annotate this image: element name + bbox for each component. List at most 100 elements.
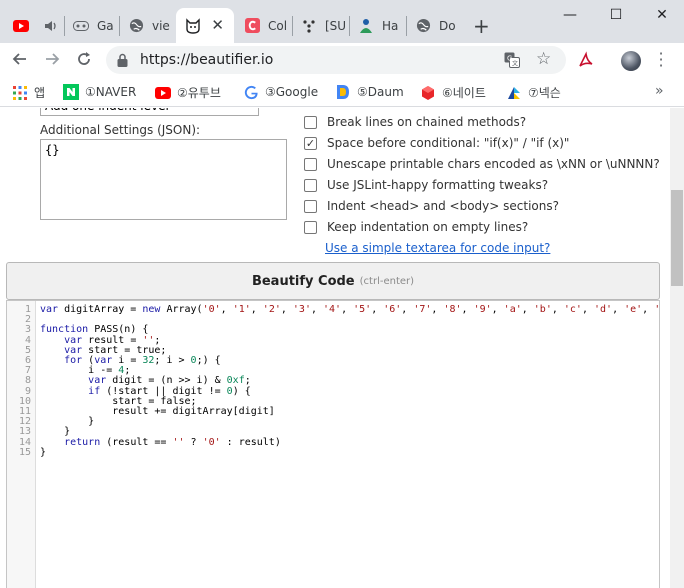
daum-icon xyxy=(335,84,351,100)
option-jslint-happy[interactable]: Use JSLint-happy formatting tweaks? xyxy=(304,178,548,192)
bookmark-naver[interactable]: ①NAVER xyxy=(63,84,136,100)
simple-textarea-link[interactable]: Use a simple textarea for code input? xyxy=(325,241,550,255)
line-number-gutter: 1 2 3 4 5 6 7 8 9 10 11 12 13 14 15 xyxy=(7,301,36,588)
new-tab-button[interactable]: + xyxy=(473,14,490,38)
bookmark-star-icon[interactable]: ☆ xyxy=(536,49,551,69)
google-icon xyxy=(243,84,259,100)
option-space-before-conditional[interactable]: Space before conditional: "if(x)" / "if … xyxy=(304,136,569,150)
minimize-button[interactable]: — xyxy=(558,4,582,26)
cat-icon xyxy=(185,17,201,34)
indent-select[interactable]: Add one indent level xyxy=(40,108,259,116)
lock-icon xyxy=(117,52,128,71)
tab-beautifier-active[interactable]: ✕ xyxy=(176,8,234,43)
tab-label: Col xyxy=(268,18,288,33)
scrollbar-thumb[interactable] xyxy=(671,190,683,286)
reload-button[interactable] xyxy=(73,50,95,72)
address-bar[interactable]: https://beautifier.io G文 ☆ xyxy=(106,46,566,74)
option-label: Indent <head> and <body> sections? xyxy=(327,199,559,213)
translate-icon[interactable]: G文 xyxy=(504,52,520,72)
pdf-extension-icon[interactable] xyxy=(577,51,595,73)
checkbox[interactable] xyxy=(304,220,317,234)
person-icon xyxy=(358,18,374,34)
globe-icon xyxy=(128,18,144,34)
code-line: return (result == '' ? '0' : result) xyxy=(64,436,281,448)
tab-label: Ga xyxy=(97,18,114,33)
code-line: } xyxy=(40,446,47,458)
bookmarks-overflow-icon[interactable]: » xyxy=(655,83,664,99)
option-break-chained-methods[interactable]: Break lines on chained methods? xyxy=(304,115,526,129)
profile-avatar[interactable] xyxy=(621,51,641,71)
beautify-button-shortcut: (ctrl-enter) xyxy=(359,275,415,287)
tab-label: Do xyxy=(439,18,456,33)
additional-settings-label: Additional Settings (JSON): xyxy=(40,123,201,137)
reload-icon xyxy=(76,51,92,72)
apps-grid-icon xyxy=(12,85,28,101)
page-scrollbar[interactable] xyxy=(670,108,684,588)
option-indent-head-body[interactable]: Indent <head> and <body> sections? xyxy=(304,199,559,213)
bookmark-label: ①NAVER xyxy=(85,85,137,99)
tab-su[interactable]: [SU xyxy=(292,8,348,43)
tab-color[interactable]: Col xyxy=(235,8,291,43)
nate-icon xyxy=(420,85,436,101)
checkbox[interactable] xyxy=(304,157,317,171)
globe-icon xyxy=(415,18,431,34)
option-unescape-printable[interactable]: Unescape printable chars encoded as \xNN… xyxy=(304,157,660,171)
youtube-icon xyxy=(155,85,171,101)
tab-youtube[interactable] xyxy=(4,8,34,43)
url-text: https://beautifier.io xyxy=(140,52,274,68)
option-label: Use JSLint-happy formatting tweaks? xyxy=(327,178,549,192)
bookmark-daum[interactable]: ⑤Daum xyxy=(335,84,404,100)
code-editor[interactable]: 1 2 3 4 5 6 7 8 9 10 11 12 13 14 15 var digitArray = n… xyxy=(6,300,660,588)
browser-menu-icon[interactable]: · · · xyxy=(656,46,666,74)
line-number: 15 xyxy=(18,446,31,458)
beautify-button-label: Beautify Code xyxy=(251,273,355,289)
tab-view[interactable]: vie xyxy=(119,8,175,43)
gamepad-icon xyxy=(73,18,89,34)
page-content: Add one indent level Additional Settings… xyxy=(0,108,670,588)
additional-settings-textarea[interactable]: {} xyxy=(40,139,287,220)
tab-ha[interactable]: Ha xyxy=(349,8,405,43)
browser-toolbar: https://beautifier.io G文 ☆ · · · xyxy=(0,43,684,78)
tab-label: [SU xyxy=(325,18,347,33)
bookmark-label: ③Google xyxy=(265,85,319,99)
close-window-button[interactable]: ✕ xyxy=(650,4,674,26)
option-keep-indentation-empty[interactable]: Keep indentation on empty lines? xyxy=(304,220,528,234)
nexon-icon xyxy=(506,85,522,101)
bookmark-label: ⑤Daum xyxy=(357,85,404,99)
checkbox[interactable] xyxy=(304,178,317,192)
tab-game[interactable]: Ga xyxy=(64,8,118,43)
speaker-icon xyxy=(43,18,59,34)
bookmark-label: ⑦넥슨 xyxy=(528,86,561,100)
bookmark-apps[interactable]: 앱 xyxy=(12,84,45,101)
tab-label: vie xyxy=(152,18,170,33)
tab-audio[interactable] xyxy=(34,8,62,43)
bookmarks-bar: 앱 ①NAVER ②유투브 ③Google ⑤Daum ⑥네이트 ⑦넥슨 » xyxy=(0,78,684,107)
option-label: Space before conditional: "if(x)" / "if … xyxy=(327,136,570,150)
close-tab-icon[interactable]: ✕ xyxy=(211,16,224,34)
bookmark-nate[interactable]: ⑥네이트 xyxy=(420,84,486,101)
option-label: Unescape printable chars encoded as \xNN… xyxy=(327,157,660,171)
svg-text:文: 文 xyxy=(512,60,518,68)
checkbox-checked[interactable] xyxy=(304,136,317,150)
forward-button[interactable] xyxy=(41,50,63,72)
beautify-code-button[interactable]: Beautify Code (ctrl-enter) xyxy=(6,262,660,300)
bookmark-google[interactable]: ③Google xyxy=(243,84,318,100)
naver-icon xyxy=(63,84,79,100)
maximize-button[interactable]: ☐ xyxy=(604,4,628,26)
bookmark-youtube[interactable]: ②유투브 xyxy=(155,84,221,101)
youtube-icon xyxy=(13,18,29,34)
option-label: Keep indentation on empty lines? xyxy=(327,220,529,234)
checkbox[interactable] xyxy=(304,115,317,129)
tab-do[interactable]: Do xyxy=(406,8,462,43)
code-line: var digitArray = new Array('0', '1', '2'… xyxy=(40,304,660,315)
dots-logo-icon xyxy=(301,18,317,34)
forward-arrow-icon xyxy=(44,51,60,72)
bookmark-nexon[interactable]: ⑦넥슨 xyxy=(506,84,561,101)
checkbox[interactable] xyxy=(304,199,317,213)
tab-strip: Ga vie ✕ Col [SU Ha Do + — ☐ ✕ xyxy=(0,0,684,43)
bookmark-label: ⑥네이트 xyxy=(442,86,486,100)
back-button[interactable] xyxy=(9,50,31,72)
tab-label: Ha xyxy=(382,18,399,33)
bookmark-label: 앱 xyxy=(34,86,46,100)
c-logo-icon xyxy=(244,18,260,34)
